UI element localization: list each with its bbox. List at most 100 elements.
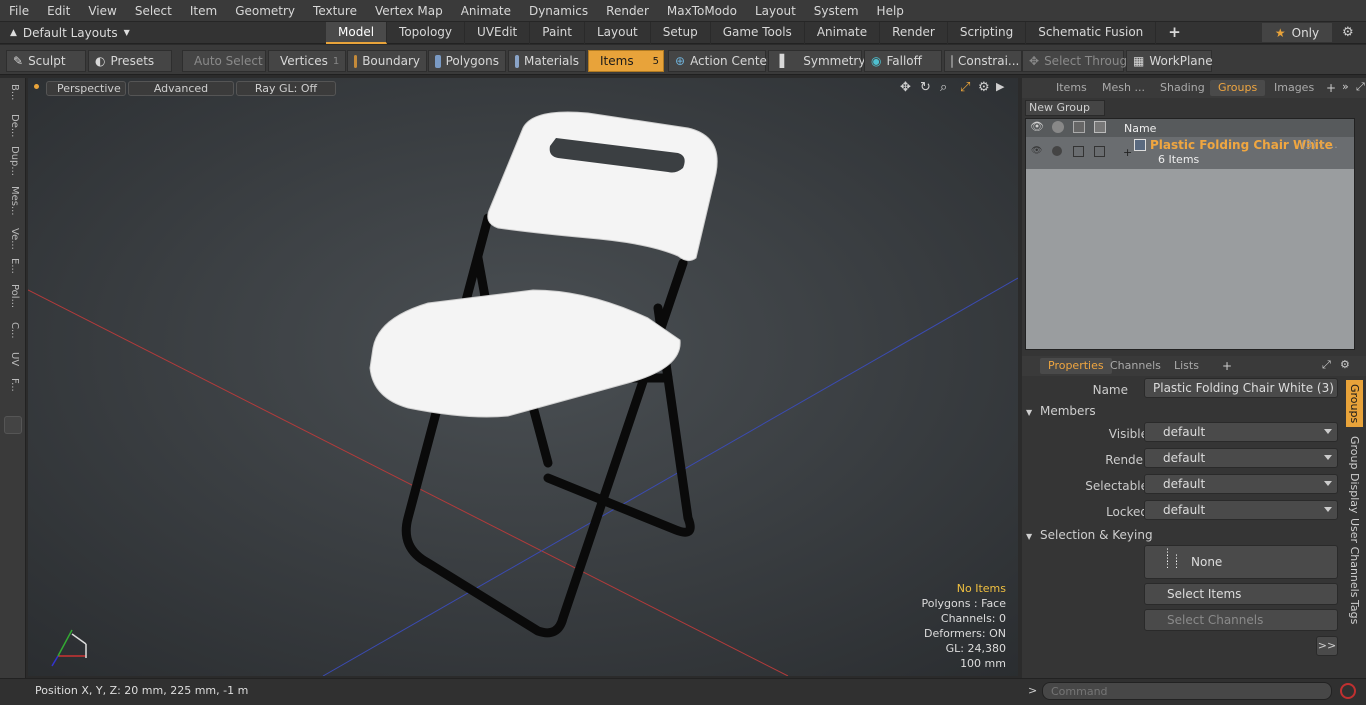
boundary-button[interactable]: Boundary: [347, 50, 427, 72]
tab-properties[interactable]: Properties: [1040, 358, 1112, 374]
tab-images[interactable]: Images: [1266, 80, 1322, 96]
tab-shading[interactable]: Shading: [1152, 80, 1213, 96]
gear-icon[interactable]: ⚙: [1342, 25, 1354, 40]
menu-dynamics[interactable]: Dynamics: [520, 0, 597, 22]
tab-lists[interactable]: Lists: [1166, 358, 1207, 374]
action-center-button[interactable]: ⊕ Action Center: [668, 50, 772, 72]
tab-layout[interactable]: Layout: [585, 21, 651, 44]
side-tab-user-channels[interactable]: User Channels: [1346, 516, 1363, 599]
viewport-gear-icon[interactable]: ⚙: [978, 80, 990, 95]
3d-viewport[interactable]: Perspective Advanced Ray GL: Off ✥ ↻ ⌕ ⤢…: [28, 78, 1018, 676]
new-group-button[interactable]: New Group: [1025, 100, 1105, 116]
left-tab-edge[interactable]: E...: [4, 258, 20, 274]
tab-schematic-fusion[interactable]: Schematic Fusion: [1026, 21, 1157, 44]
menu-maxtomodo[interactable]: MaxToModo: [658, 0, 746, 22]
shading-advanced-dropdown[interactable]: Advanced: [128, 81, 234, 96]
name-column-header[interactable]: Name: [1124, 122, 1156, 135]
eye-icon[interactable]: 👁: [1030, 120, 1044, 133]
menu-file[interactable]: File: [0, 0, 38, 22]
name-field[interactable]: Plastic Folding Chair White (3): [1144, 378, 1338, 398]
layouts-dropdown[interactable]: ▲ Default Layouts ▼: [0, 26, 130, 40]
lock-column-icon[interactable]: [1073, 121, 1085, 133]
render-column-icon[interactable]: [1052, 121, 1064, 133]
props-gear-icon[interactable]: ⚙: [1340, 358, 1350, 371]
tab-channels[interactable]: Channels: [1102, 358, 1169, 374]
falloff-button[interactable]: ◉ Falloff: [864, 50, 942, 72]
side-tab-group-display[interactable]: Group Display: [1346, 434, 1363, 516]
left-tab-duplicate[interactable]: Dup...: [4, 146, 20, 176]
materials-button[interactable]: Materials: [508, 50, 586, 72]
left-tab-basic[interactable]: B...: [4, 84, 20, 100]
maximize-icon[interactable]: ⤢: [960, 80, 970, 95]
expand-icon[interactable]: ⤢: [1356, 80, 1365, 94]
tab-items[interactable]: Items: [1048, 80, 1095, 96]
polygons-button[interactable]: Polygons: [428, 50, 506, 72]
add-props-tab-icon[interactable]: +: [1222, 359, 1232, 373]
visible-dropdown[interactable]: default: [1144, 422, 1338, 442]
only-toggle[interactable]: ★ Only: [1262, 23, 1332, 42]
menu-view[interactable]: View: [79, 0, 125, 22]
left-tab-mesh[interactable]: Mes...: [4, 186, 20, 216]
selectable-dropdown[interactable]: default: [1144, 474, 1338, 494]
row-eye-icon[interactable]: 👁: [1031, 146, 1042, 156]
constraints-button[interactable]: Constrai...: [944, 50, 1022, 72]
add-tab-icon[interactable]: +: [1326, 81, 1336, 95]
raygl-toggle[interactable]: Ray GL: Off: [236, 81, 336, 96]
command-input[interactable]: [1042, 682, 1332, 700]
more-button[interactable]: >>: [1316, 636, 1338, 656]
tab-uvedit[interactable]: UVEdit: [465, 21, 531, 44]
render-dropdown[interactable]: default: [1144, 448, 1338, 468]
menu-geometry[interactable]: Geometry: [226, 0, 304, 22]
workplane-button[interactable]: ▦ WorkPlane: [1126, 50, 1213, 72]
pan-icon[interactable]: ✥: [900, 80, 911, 95]
select-column-icon[interactable]: [1094, 121, 1106, 133]
sculpt-button[interactable]: ✎ Sculpt: [6, 50, 86, 72]
tab-groups[interactable]: Groups: [1210, 80, 1266, 96]
tab-setup[interactable]: Setup: [651, 21, 711, 44]
play-icon[interactable]: ▶: [996, 80, 1004, 93]
zoom-icon[interactable]: ⌕: [940, 80, 947, 95]
menu-system[interactable]: System: [805, 0, 868, 22]
rotate-icon[interactable]: ↻: [920, 80, 931, 95]
menu-edit[interactable]: Edit: [38, 0, 79, 22]
menu-vertex-map[interactable]: Vertex Map: [366, 0, 452, 22]
group-row[interactable]: 👁 + Plastic Folding Chair White (3) : ..…: [1026, 137, 1354, 169]
expand-plus-icon[interactable]: +: [1123, 146, 1132, 159]
viewport-menu-dot[interactable]: [34, 84, 39, 89]
keying-none-button[interactable]: ⋮ ⋮⋮ ⋮⋮ None: [1144, 545, 1338, 579]
props-expand-icon[interactable]: ⤢: [1322, 358, 1331, 372]
row-lock-box[interactable]: [1073, 146, 1084, 157]
tab-mesh[interactable]: Mesh ...: [1094, 80, 1153, 96]
add-tab-button[interactable]: +: [1156, 22, 1193, 44]
presets-button[interactable]: ◐ Presets: [88, 50, 172, 72]
view-perspective-dropdown[interactable]: Perspective: [46, 81, 126, 96]
tab-topology[interactable]: Topology: [387, 21, 466, 44]
menu-texture[interactable]: Texture: [304, 0, 366, 22]
select-items-button[interactable]: Select Items: [1144, 583, 1338, 605]
left-tab-polygon[interactable]: Pol...: [4, 284, 20, 308]
menu-render[interactable]: Render: [597, 0, 658, 22]
tab-paint[interactable]: Paint: [530, 21, 585, 44]
row-select-box[interactable]: [1094, 146, 1105, 157]
side-tab-groups[interactable]: Groups: [1346, 380, 1363, 428]
left-tab-fusion[interactable]: F...: [4, 378, 20, 392]
more-tabs-icon[interactable]: »: [1342, 80, 1349, 93]
members-section[interactable]: ▼ Members: [1026, 404, 1342, 420]
left-tab-uv[interactable]: UV: [4, 352, 20, 366]
vertices-button[interactable]: Vertices 1: [268, 50, 346, 72]
select-channels-button[interactable]: Select Channels: [1144, 609, 1338, 631]
record-icon[interactable]: [1340, 683, 1356, 699]
locked-dropdown[interactable]: default: [1144, 500, 1338, 520]
menu-animate[interactable]: Animate: [452, 0, 520, 22]
left-tab-deform[interactable]: De...: [4, 114, 20, 137]
menu-item[interactable]: Item: [181, 0, 226, 22]
select-through-button[interactable]: ✥ Select Through: [1022, 50, 1135, 72]
tab-game-tools[interactable]: Game Tools: [711, 21, 805, 44]
menu-layout[interactable]: Layout: [746, 0, 805, 22]
menu-select[interactable]: Select: [126, 0, 181, 22]
auto-select-button[interactable]: Auto Select: [182, 50, 266, 72]
selection-keying-section[interactable]: ▼ Selection & Keying: [1026, 528, 1342, 544]
left-tab-toggle[interactable]: [4, 416, 22, 434]
left-tab-curve[interactable]: C...: [4, 322, 20, 339]
tab-render[interactable]: Render: [880, 21, 948, 44]
